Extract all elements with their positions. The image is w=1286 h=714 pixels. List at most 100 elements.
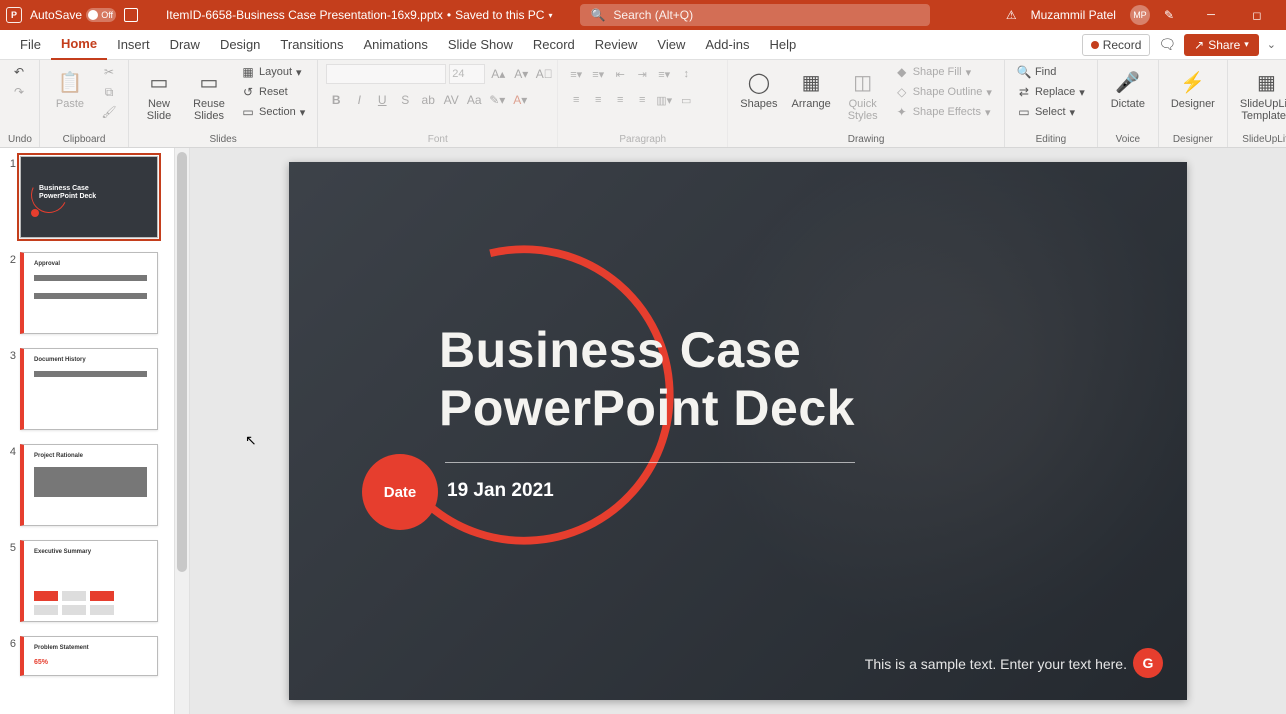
strike-button[interactable]: S (395, 90, 415, 110)
thumbnail-scrollbar[interactable] (174, 148, 189, 714)
shape-outline-button[interactable]: ◇Shape Outline ▾ (891, 84, 996, 100)
section-button[interactable]: ▭Section ▾ (237, 104, 309, 120)
scrollbar-handle[interactable] (177, 152, 187, 572)
thumbnail-6[interactable]: Problem Statement 65% (20, 636, 158, 676)
ribbon-collapse-button[interactable]: ⌄ (1267, 38, 1276, 51)
indent-inc-button[interactable]: ⇥ (632, 64, 652, 84)
shadow-button[interactable]: ab (418, 90, 438, 110)
g-badge[interactable]: G (1133, 648, 1163, 678)
align-center-button[interactable]: ≡ (588, 90, 608, 110)
tab-record[interactable]: Record (523, 30, 585, 60)
thumbnail-1[interactable]: Business CasePowerPoint Deck (20, 156, 158, 238)
align-right-button[interactable]: ≡ (610, 90, 630, 110)
slide-editor[interactable]: Business Case PowerPoint Deck Date 19 Ja… (190, 148, 1286, 714)
convert-smartart-button[interactable]: ▭ (676, 90, 696, 110)
select-button[interactable]: ▭Select ▾ (1013, 104, 1089, 120)
thumbnail-row[interactable]: 3 Document History (4, 348, 170, 430)
italic-button[interactable]: I (349, 90, 369, 110)
reuse-slides-button[interactable]: ▭ Reuse Slides (187, 64, 231, 126)
tab-file[interactable]: File (10, 30, 51, 60)
tab-draw[interactable]: Draw (160, 30, 210, 60)
case-button[interactable]: Aa (464, 90, 484, 110)
user-name[interactable]: Muzammil Patel (1031, 8, 1116, 22)
date-badge[interactable]: Date (362, 454, 438, 530)
tab-animations[interactable]: Animations (354, 30, 438, 60)
font-color-button[interactable]: A▾ (510, 90, 530, 110)
warning-icon[interactable] (1006, 8, 1017, 22)
thumbnail-row[interactable]: 6 Problem Statement 65% (4, 636, 170, 676)
autosave-toggle[interactable]: AutoSave Off (30, 8, 116, 22)
columns-button[interactable]: ▥▾ (654, 90, 674, 110)
search-input[interactable] (613, 8, 920, 22)
slideuplift-button[interactable]: ▦SlideUpLift Templates (1236, 64, 1286, 126)
thumbnail-2[interactable]: Approval (20, 252, 158, 334)
new-slide-button[interactable]: ▭ New Slide (137, 64, 181, 126)
text-direction-button[interactable]: ↕ (676, 64, 696, 84)
thumbnail-5[interactable]: Executive Summary (20, 540, 158, 622)
clear-format-button[interactable]: A⃠ (534, 64, 554, 84)
thumbnail-row[interactable]: 2 Approval (4, 252, 170, 334)
quick-styles-button[interactable]: ◫Quick Styles (841, 64, 885, 126)
paste-button[interactable]: 📋 Paste (48, 64, 92, 114)
tab-home[interactable]: Home (51, 30, 107, 60)
chevron-down-icon[interactable]: ▾ (548, 11, 552, 20)
thumbnail-4[interactable]: Project Rationale (20, 444, 158, 526)
date-value[interactable]: 19 Jan 2021 (447, 480, 554, 502)
replace-button[interactable]: ⇄Replace ▾ (1013, 84, 1089, 100)
increase-font-button[interactable]: A▴ (488, 64, 508, 84)
arrange-button[interactable]: ▦Arrange (788, 64, 835, 114)
bold-button[interactable]: B (326, 90, 346, 110)
tab-design[interactable]: Design (210, 30, 270, 60)
thumbnail-3[interactable]: Document History (20, 348, 158, 430)
thumbnail-row[interactable]: 5 Executive Summary (4, 540, 170, 622)
line-spacing-button[interactable]: ≡▾ (654, 64, 674, 84)
shape-fill-button[interactable]: ◆Shape Fill ▾ (891, 64, 996, 80)
slide-title[interactable]: Business Case PowerPoint Deck (439, 322, 855, 437)
tab-slideshow[interactable]: Slide Show (438, 30, 523, 60)
dictate-button[interactable]: 🎤Dictate (1106, 64, 1150, 114)
tab-help[interactable]: Help (759, 30, 806, 60)
underline-button[interactable]: U (372, 90, 392, 110)
undo-button[interactable]: ↶ (8, 64, 30, 80)
record-button[interactable]: Record (1082, 34, 1151, 56)
shape-effects-button[interactable]: ✦Shape Effects ▾ (891, 104, 996, 120)
redo-button[interactable]: ↷ (8, 84, 30, 100)
format-painter-button[interactable]: 🖌 (98, 104, 120, 120)
filename-area[interactable]: ItemID-6658-Business Case Presentation-1… (166, 8, 552, 22)
justify-button[interactable]: ≡ (632, 90, 652, 110)
search-box[interactable]: 🔍 (580, 4, 930, 26)
decrease-font-button[interactable]: A▾ (511, 64, 531, 84)
user-avatar[interactable]: MP (1130, 5, 1150, 25)
tab-view[interactable]: View (647, 30, 695, 60)
numbering-button[interactable]: ≡▾ (588, 64, 608, 84)
pen-icon[interactable]: ✎ (1164, 8, 1174, 22)
tab-addins[interactable]: Add-ins (695, 30, 759, 60)
save-icon[interactable] (124, 8, 138, 22)
copy-button[interactable]: ⧉ (98, 84, 120, 100)
indent-dec-button[interactable]: ⇤ (610, 64, 630, 84)
minimize-button[interactable]: ─ (1188, 0, 1234, 30)
align-left-button[interactable]: ≡ (566, 90, 586, 110)
cut-button[interactable]: ✂ (98, 64, 120, 80)
mode-icon[interactable]: 🗨 (1158, 36, 1176, 53)
reset-button[interactable]: ↺Reset (237, 84, 309, 100)
tab-insert[interactable]: Insert (107, 30, 160, 60)
highlight-button[interactable]: ✎▾ (487, 90, 507, 110)
sample-text[interactable]: This is a sample text. Enter your text h… (865, 656, 1127, 672)
toggle-switch[interactable]: Off (86, 8, 116, 22)
thumbnail-row[interactable]: 4 Project Rationale (4, 444, 170, 526)
tab-transitions[interactable]: Transitions (270, 30, 353, 60)
share-button[interactable]: ↗ Share ▾ (1184, 34, 1259, 56)
font-family-select[interactable] (326, 64, 446, 84)
slide-canvas[interactable]: Business Case PowerPoint Deck Date 19 Ja… (289, 162, 1187, 700)
layout-button[interactable]: ▦Layout ▾ (237, 64, 309, 80)
font-size-select[interactable] (449, 64, 485, 84)
bullets-button[interactable]: ≡▾ (566, 64, 586, 84)
thumbnail-row[interactable]: 1 Business CasePowerPoint Deck (4, 156, 170, 238)
tab-review[interactable]: Review (585, 30, 648, 60)
spacing-button[interactable]: AV (441, 90, 461, 110)
maximize-button[interactable]: ◻ (1234, 0, 1280, 30)
shapes-button[interactable]: ◯Shapes (736, 64, 781, 114)
find-button[interactable]: 🔍Find (1013, 64, 1089, 80)
designer-button[interactable]: ⚡Designer (1167, 64, 1219, 114)
